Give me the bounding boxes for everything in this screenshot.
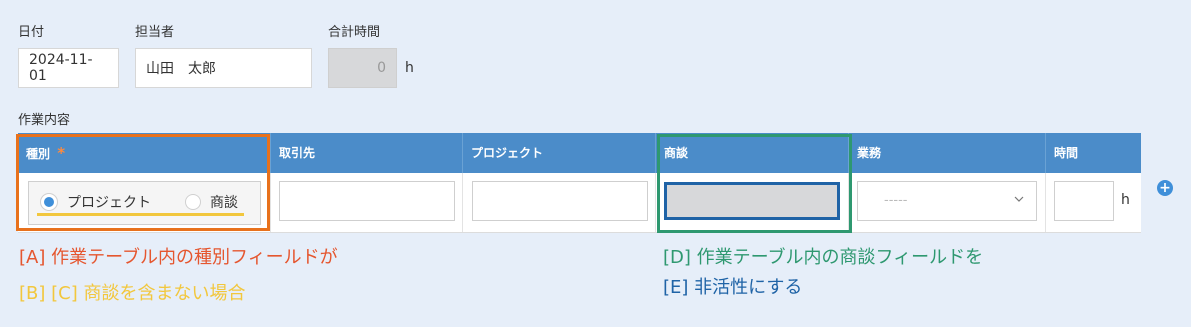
- task-select[interactable]: -----: [857, 181, 1037, 221]
- annotation-d: [D] 作業テーブル内の商談フィールドを: [663, 247, 984, 268]
- person-field[interactable]: 山田 太郎: [135, 48, 312, 88]
- cell-divider: [1045, 173, 1046, 232]
- date-label: 日付: [18, 25, 45, 40]
- header-task: 業務: [857, 146, 882, 160]
- type-column-highlight: [16, 134, 270, 231]
- section-label: 作業内容: [18, 113, 71, 128]
- task-select-value: -----: [884, 193, 908, 208]
- annotation-a: [A] 作業テーブル内の種別フィールドが: [19, 247, 338, 268]
- cell-divider: [462, 173, 463, 232]
- header-hours: 時間: [1054, 146, 1079, 160]
- annotation-bc: [B] [C] 商談を含まない場合: [19, 283, 246, 304]
- client-input[interactable]: [279, 181, 455, 221]
- chevron-down-icon: [1014, 196, 1024, 202]
- total-hours-field: 0: [328, 48, 397, 88]
- hours-unit: h: [1121, 192, 1130, 208]
- cell-divider: [270, 173, 271, 232]
- date-field[interactable]: 2024-11-01: [18, 48, 119, 88]
- total-hours-unit: h: [405, 60, 414, 76]
- total-hours-label: 合計時間: [328, 25, 381, 40]
- add-row-icon[interactable]: +: [1157, 180, 1173, 196]
- hours-input[interactable]: [1054, 181, 1114, 221]
- annotation-e: [E] 非活性にする: [663, 277, 803, 298]
- cell-divider: [655, 173, 656, 232]
- header-project: プロジェクト: [471, 146, 544, 160]
- project-input[interactable]: [472, 181, 648, 221]
- person-label: 担当者: [135, 25, 175, 40]
- deal-column-highlight: [657, 134, 852, 233]
- header-client: 取引先: [279, 146, 316, 160]
